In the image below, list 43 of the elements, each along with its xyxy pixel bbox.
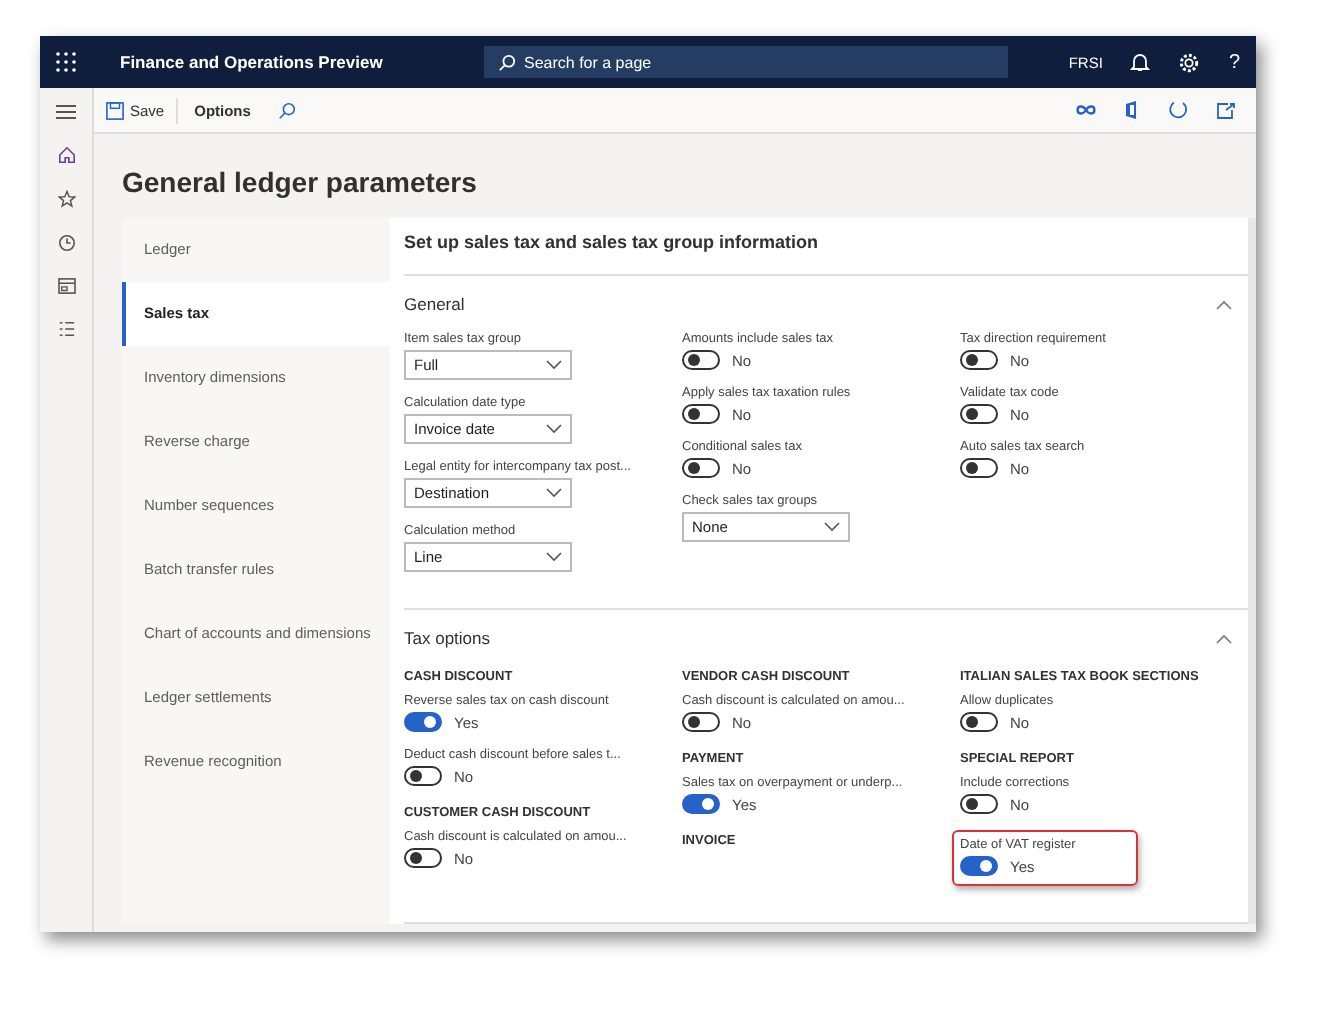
chevron-icon[interactable] [1216, 299, 1232, 309]
toggle-switch[interactable] [960, 794, 998, 814]
list-icon[interactable] [57, 320, 75, 338]
menu-icon[interactable] [56, 104, 76, 120]
star-icon[interactable] [57, 190, 75, 208]
toggle-switch[interactable] [960, 350, 998, 370]
search-icon[interactable] [278, 101, 297, 119]
notification-bell-icon[interactable] [1130, 52, 1151, 72]
toggle-switch[interactable] [682, 712, 720, 732]
toggle-switch[interactable] [404, 712, 442, 732]
chevron-down-icon [546, 360, 562, 370]
toggle-switch[interactable] [960, 712, 998, 732]
section-title[interactable]: General [404, 294, 465, 314]
help-button[interactable]: ? [1228, 51, 1240, 73]
app-title: Finance and Operations Preview [120, 52, 385, 72]
app-launcher-icon[interactable] [56, 52, 76, 72]
pop-out-icon[interactable] [1216, 101, 1236, 119]
refresh-icon[interactable] [1168, 100, 1188, 120]
chevron-down-icon [546, 552, 562, 562]
toggle-switch[interactable] [682, 350, 720, 370]
toggle-switch[interactable] [960, 856, 998, 876]
workspace-icon[interactable] [57, 278, 75, 294]
chevron-icon[interactable] [1216, 633, 1232, 643]
clock-icon[interactable] [57, 234, 75, 252]
search-field[interactable]: Search for a page [484, 46, 1008, 78]
toggle-switch[interactable] [682, 404, 720, 424]
section-title[interactable]: Tax options [404, 628, 490, 648]
home-icon[interactable] [57, 146, 75, 164]
settings-icon[interactable] [1178, 51, 1201, 73]
toggle-switch[interactable] [960, 404, 998, 424]
office-icon[interactable] [1124, 100, 1140, 120]
page-title: General ledger parameters [122, 166, 479, 198]
chevron-down-icon [546, 424, 562, 434]
toggle-switch[interactable] [960, 458, 998, 478]
toggle-switch[interactable] [404, 848, 442, 868]
toggle-switch[interactable] [682, 794, 720, 814]
chevron-down-icon [824, 522, 840, 532]
chevron-down-icon [546, 488, 562, 498]
content-heading: Set up sales tax and sales tax group information [404, 218, 1248, 276]
toggle-switch[interactable] [404, 766, 442, 786]
link-icon[interactable] [1076, 104, 1096, 116]
toggle-switch[interactable] [682, 458, 720, 478]
search-icon [498, 54, 516, 72]
